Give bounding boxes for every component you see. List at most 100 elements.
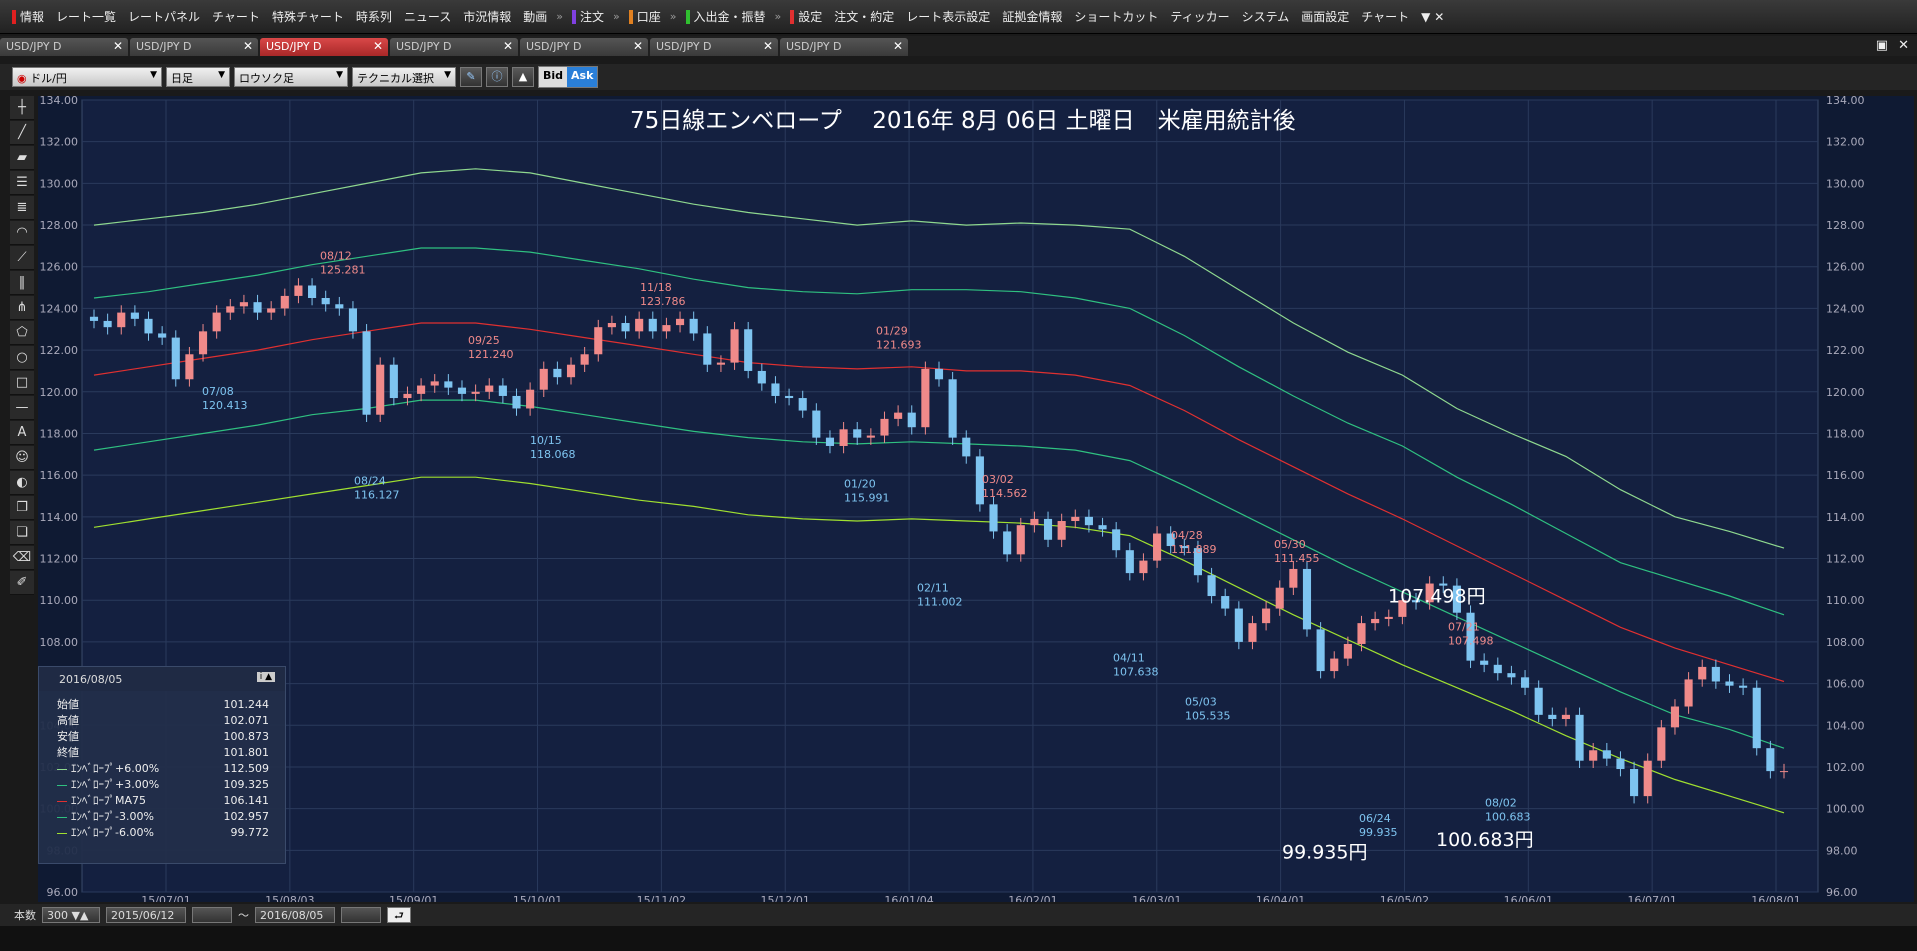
- text-icon[interactable]: A: [10, 421, 34, 445]
- trendline-icon[interactable]: ╱: [10, 121, 34, 145]
- menu-item[interactable]: 設定: [784, 6, 828, 28]
- annotation-value: 115.991: [844, 491, 890, 504]
- menu-item[interactable]: チャート: [206, 6, 266, 28]
- chart-tab[interactable]: USD/JPY D ✕: [130, 38, 258, 56]
- annotation-date: 07/21: [1448, 620, 1480, 633]
- candle-body: [130, 312, 139, 319]
- crosshair-icon[interactable]: ┼: [10, 96, 34, 120]
- annotation-value: 107.498: [1448, 634, 1494, 647]
- horizontal-lines-icon[interactable]: ☰: [10, 171, 34, 195]
- chart-type-select[interactable]: ロウソク足 ▼: [234, 67, 348, 87]
- chart-area[interactable]: 134.00 134.00 132.00 132.00 130.00 130.00 128.…: [38, 94, 1914, 907]
- circle-icon[interactable]: ○: [10, 346, 34, 370]
- info-row: 高値 102.071: [39, 713, 285, 729]
- menu-item[interactable]: 証拠金情報: [996, 6, 1068, 28]
- menu-more-icon[interactable]: ▼ ✕: [1415, 6, 1450, 28]
- menu-item[interactable]: 入出金・振替: [680, 6, 772, 28]
- pentagon-icon[interactable]: ⬠: [10, 321, 34, 345]
- from-date-field[interactable]: 2015/06/12: [106, 907, 186, 923]
- copy-icon[interactable]: ❐: [10, 496, 34, 520]
- erase-all-icon[interactable]: ✐: [10, 571, 34, 595]
- price-chart[interactable]: 134.00 134.00 132.00 132.00 130.00 130.00 128.…: [38, 94, 1914, 907]
- menu-item[interactable]: 注文・約定: [828, 6, 900, 28]
- menu-item[interactable]: ショートカット: [1068, 6, 1164, 28]
- chart-tab[interactable]: USD/JPY D ✕: [520, 38, 648, 56]
- close-icon[interactable]: ✕: [893, 39, 903, 53]
- menu-item[interactable]: レート一覧: [50, 6, 122, 28]
- candle-body: [1616, 758, 1625, 770]
- ruler-icon[interactable]: ▰: [10, 146, 34, 170]
- chart-tab[interactable]: USD/JPY D ✕: [390, 38, 518, 56]
- ask-button[interactable]: Ask: [567, 67, 598, 87]
- arc-icon[interactable]: ◠: [10, 221, 34, 245]
- menu-item[interactable]: 画面設定: [1295, 6, 1355, 28]
- hline-icon[interactable]: —: [10, 396, 34, 420]
- menu-item-label: 口座: [636, 10, 661, 24]
- info-icon: ⓘ: [491, 70, 503, 83]
- close-icon[interactable]: ✕: [633, 39, 643, 53]
- candle-body: [526, 389, 535, 409]
- menu-item[interactable]: ニュース: [398, 6, 457, 28]
- candle-body: [485, 385, 494, 392]
- menu-item[interactable]: 動画: [517, 6, 553, 28]
- menu-item[interactable]: チャート: [1355, 6, 1415, 28]
- maximize-icon[interactable]: ▣: [1876, 38, 1888, 53]
- bid-ask-toggle[interactable]: Bid Ask: [538, 66, 599, 88]
- menu-item[interactable]: レート表示設定: [900, 6, 996, 28]
- candle-body: [348, 308, 358, 332]
- currency-pair-select[interactable]: ◉ ドル/円 ▼: [12, 67, 162, 87]
- close-icon[interactable]: ✕: [1898, 38, 1909, 53]
- rectangle-icon[interactable]: □: [10, 371, 34, 395]
- candle-body: [730, 329, 739, 363]
- vertical-lines-icon[interactable]: ‖: [10, 271, 34, 295]
- candle-body: [785, 395, 794, 399]
- candle-body: [894, 412, 903, 419]
- refresh-button[interactable]: ⮐: [387, 907, 411, 923]
- close-icon[interactable]: ✕: [113, 39, 123, 53]
- period-select[interactable]: 日足 ▼: [166, 67, 230, 87]
- magnet-icon[interactable]: ◐: [10, 471, 34, 495]
- technical-select[interactable]: テクニカル選択 ▼: [352, 67, 456, 87]
- info-row: ｴﾝﾍﾞﾛｰﾌﾟ-3.00% 102.957: [39, 809, 285, 825]
- menu-item[interactable]: システム: [1236, 6, 1296, 28]
- info-collapse-icon[interactable]: i ▲: [256, 672, 275, 682]
- candle-body: [1030, 518, 1039, 526]
- bid-button[interactable]: Bid: [539, 67, 568, 87]
- chart-tab[interactable]: USD/JPY D ✕: [0, 38, 128, 56]
- menu-item[interactable]: 情報: [6, 6, 50, 28]
- close-icon[interactable]: ✕: [373, 39, 383, 53]
- menu-item-label: ティッカー: [1170, 10, 1230, 24]
- menu-item[interactable]: レートパネル: [122, 6, 206, 28]
- menu-item[interactable]: 市況情報: [457, 6, 517, 28]
- draw-tool-button[interactable]: ✎: [460, 67, 482, 87]
- annotation-date: 09/25: [468, 334, 500, 347]
- chart-tab[interactable]: USD/JPY D ✕: [650, 38, 778, 56]
- menu-item[interactable]: 注文: [566, 6, 610, 28]
- close-icon[interactable]: ✕: [503, 39, 513, 53]
- close-icon[interactable]: ✕: [243, 39, 253, 53]
- fan-icon[interactable]: ⟋: [10, 246, 34, 270]
- info-row-value: 109.325: [223, 778, 270, 791]
- paste-icon[interactable]: ❏: [10, 521, 34, 545]
- menu-item[interactable]: ティッカー: [1164, 6, 1235, 28]
- chart-tab[interactable]: USD/JPY D ✕: [780, 38, 908, 56]
- to-date-field[interactable]: 2016/08/05: [255, 907, 335, 923]
- area-chart-button[interactable]: ▲: [512, 67, 534, 87]
- info-row-label-text: ｴﾝﾍﾞﾛｰﾌﾟ+6.00%: [71, 762, 160, 775]
- from-time-field[interactable]: [192, 907, 232, 923]
- menu-item[interactable]: 口座: [623, 6, 667, 28]
- smiley-icon[interactable]: ☺: [10, 446, 34, 470]
- to-time-field[interactable]: [341, 907, 381, 923]
- menu-item[interactable]: 時系列: [350, 6, 398, 28]
- eraser-icon[interactable]: ⌫: [10, 546, 34, 570]
- menu-item[interactable]: 特殊チャート: [266, 6, 350, 28]
- y-tick-label-left: 120.00: [40, 386, 79, 399]
- info-button[interactable]: ⓘ: [486, 67, 508, 87]
- candle-body: [253, 302, 262, 313]
- pitchfork-icon[interactable]: ⋔: [10, 296, 34, 320]
- menu-item-label: 証拠金情報: [1002, 10, 1063, 24]
- chart-tab[interactable]: USD/JPY D ✕: [260, 38, 388, 56]
- bar-count-field[interactable]: 300 ▼▲: [42, 907, 100, 923]
- close-icon[interactable]: ✕: [763, 39, 773, 53]
- fibonacci-icon[interactable]: ≣: [10, 196, 34, 220]
